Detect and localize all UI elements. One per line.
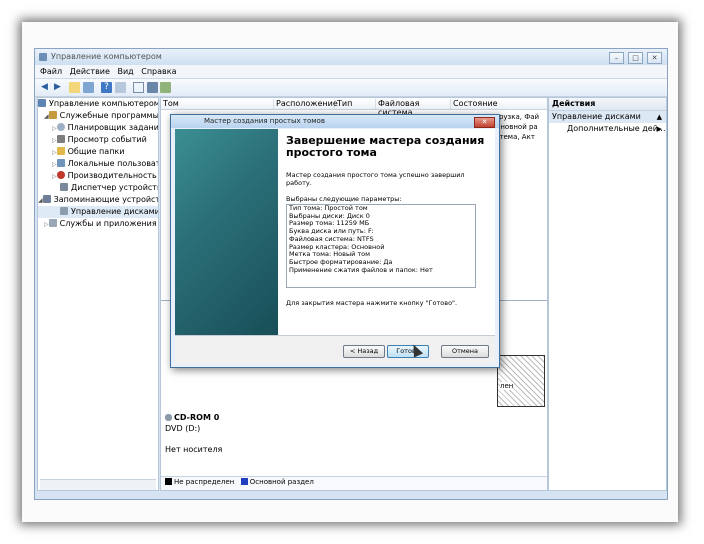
legend-unallocated-label: Не распределен (174, 478, 235, 486)
expand-icon: ▷ (52, 173, 57, 180)
tree-item-disk-management[interactable]: Управление дисками (38, 206, 158, 218)
wizard-close-button[interactable]: ✕ (474, 117, 495, 128)
folder-up-icon[interactable] (69, 82, 80, 93)
legend-primary-label: Основной раздел (249, 478, 314, 486)
cdrom-type: DVD (D:) (165, 424, 201, 433)
tree-item-computer-management[interactable]: Управление компьютером (л (38, 98, 158, 110)
tree-horizontal-scrollbar[interactable] (40, 479, 156, 490)
tree-item-storage[interactable]: ◢ Запоминающие устройст (38, 194, 158, 206)
tools-icon (48, 111, 57, 119)
new-volume-wizard-dialog: Мастер создания простых томов ✕ Завершен… (170, 114, 500, 368)
window-title: Управление компьютером (51, 52, 162, 61)
toolbar: ◀ ▶ ? (35, 79, 667, 97)
performance-icon (56, 171, 65, 179)
expand-icon: ▷ (52, 149, 57, 156)
primary-swatch (240, 478, 248, 485)
finish-button[interactable]: Готово (387, 345, 429, 358)
menu-file[interactable]: Файл (40, 67, 62, 76)
collapse-icon: ◢ (38, 197, 43, 204)
unallocated-swatch (165, 478, 172, 485)
event-viewer-icon (56, 135, 65, 143)
cdrom-icon (165, 414, 172, 421)
tree-item-services-apps[interactable]: ▷ Службы и приложения (38, 218, 158, 230)
unallocated-partition-block[interactable]: лен (497, 355, 545, 407)
param-line: Применение сжатия файлов и папок: Нет (289, 265, 433, 274)
column-type[interactable]: Тип (335, 99, 376, 109)
wizard-params-list[interactable]: Тип тома: Простой том Выбраны диски: Дис… (286, 204, 476, 288)
cdrom-disk-label[interactable]: CD-ROM 0 DVD (D:) Нет носителя (165, 413, 225, 473)
collapse-up-icon: ▲ (656, 113, 662, 121)
collapse-icon: ◢ (44, 113, 49, 120)
tree-item-task-scheduler[interactable]: ▷ Планировщик задани (38, 122, 158, 134)
wizard-title: Мастер создания простых томов (204, 117, 325, 125)
menu-help[interactable]: Справка (141, 67, 176, 76)
actions-more-item[interactable]: Дополнительные дей... ▶ (549, 123, 666, 135)
computer-icon (38, 99, 46, 107)
actions-pane: Действия Управление дисками ▲ Дополнител… (548, 97, 667, 491)
wizard-content: Завершение мастера создания простого том… (278, 129, 495, 335)
tree-item-device-manager[interactable]: Диспетчер устройств (38, 182, 158, 194)
clock-icon (56, 123, 65, 131)
expand-icon: ▷ (52, 161, 57, 168)
disk-legend: Не распределен Основной раздел (161, 476, 547, 490)
column-status[interactable]: Состояние (451, 99, 547, 109)
app-icon (39, 53, 47, 61)
expand-icon: ▷ (44, 221, 49, 228)
help-icon[interactable]: ? (101, 82, 112, 93)
wizard-params-label: Выбраны следующие параметры: (286, 195, 402, 203)
wizard-finish-hint: Для закрытия мастера нажмите кнопку "Гот… (286, 299, 458, 307)
expand-icon: ▷ (52, 125, 57, 132)
wizard-side-banner (175, 129, 278, 335)
column-filesystem[interactable]: Файловая система (376, 99, 451, 117)
back-button[interactable]: < Назад (343, 345, 385, 358)
services-icon (48, 219, 57, 227)
tree-item-performance[interactable]: ▷ Производительность (38, 170, 158, 182)
forward-arrow-icon[interactable]: ▶ (52, 82, 63, 93)
column-volume[interactable]: Том (161, 99, 274, 109)
cdrom-status: Нет носителя (165, 445, 223, 454)
storage-icon (42, 195, 51, 203)
properties-icon[interactable] (115, 82, 126, 93)
shared-folder-icon (56, 147, 65, 155)
cancel-button[interactable]: Отмена (441, 345, 489, 358)
export-icon[interactable] (133, 82, 144, 93)
menu-bar: Файл Действие Вид Справка (35, 65, 667, 79)
wizard-title-bar: Мастер создания простых томов ✕ (171, 115, 499, 128)
cdrom-name: CD-ROM 0 (165, 413, 225, 422)
wizard-heading: Завершение мастера создания простого том… (286, 134, 485, 159)
wizard-button-bar: < Назад Готово Отмена (175, 335, 495, 364)
maximize-button[interactable]: □ (628, 52, 643, 64)
device-manager-icon (60, 183, 68, 191)
close-button[interactable]: ✕ (647, 52, 662, 64)
wizard-success-text: Мастер создания простого тома успешно за… (286, 171, 465, 187)
expand-icon: ▷ (52, 137, 57, 144)
actions-section-disk-management[interactable]: Управление дисками ▲ (549, 111, 666, 123)
tree-item-event-viewer[interactable]: ▷ Просмотр событий (38, 134, 158, 146)
submenu-arrow-icon: ▶ (656, 125, 662, 133)
back-arrow-icon[interactable]: ◀ (39, 82, 50, 93)
menu-action[interactable]: Действие (70, 67, 110, 76)
navigation-tree: Управление компьютером (л ◢ Служебные про… (37, 97, 159, 491)
disk-icon[interactable] (147, 82, 158, 93)
refresh-icon[interactable] (160, 82, 171, 93)
tree-item-system-tools[interactable]: ◢ Служебные программы (38, 110, 158, 122)
show-hide-tree-icon[interactable] (83, 82, 94, 93)
disk-management-icon (60, 207, 68, 215)
minimize-button[interactable]: – (609, 52, 624, 64)
title-bar: Управление компьютером – □ ✕ (35, 49, 667, 65)
tree-item-local-users[interactable]: ▷ Локальные пользовате (38, 158, 158, 170)
actions-header: Действия (549, 98, 666, 111)
users-icon (56, 159, 65, 167)
menu-view[interactable]: Вид (117, 67, 133, 76)
volume-list-header: Том Расположение Тип Файловая система Со… (161, 98, 547, 117)
column-location[interactable]: Расположение (274, 99, 338, 109)
tree-item-shared-folders[interactable]: ▷ Общие папки (38, 146, 158, 158)
